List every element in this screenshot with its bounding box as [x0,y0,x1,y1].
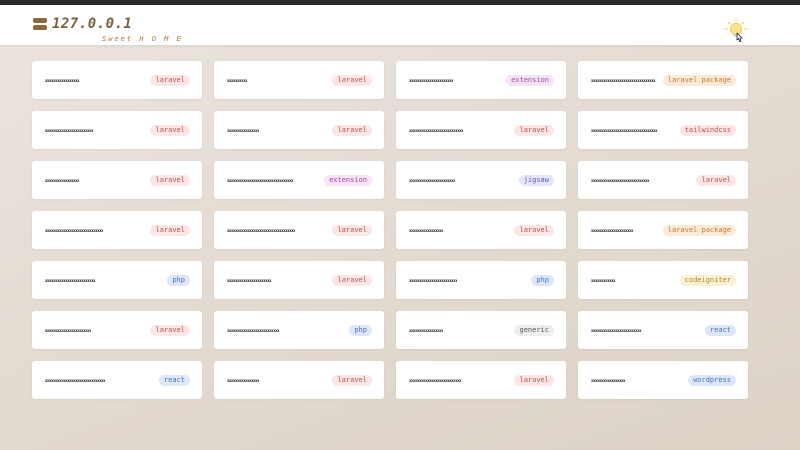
site-card[interactable]: xxxxxxxxxxxxxxxxxxxxxxxxxxxxxxxxx extensi… [214,161,384,199]
site-card[interactable]: xxxxxxxxxxxxxxxxxxxxxxxxx react [578,311,748,349]
site-type-badge: laravel [150,174,190,186]
site-card[interactable]: xxxxxxxxxxxxxxxx laravel [214,361,384,399]
site-name[interactable]: xxxxxxxxxxxxxxxx [227,379,259,382]
site-card[interactable]: xxxxxxxxxxxxxxxxxxxxxxxx laravel [32,111,202,149]
site-type-badge: laravel [150,224,190,236]
site-type-badge: laravel [514,374,554,386]
site-name[interactable]: xxxxxxxxxxxxxxxxxxxxxxxx [45,129,93,132]
site-card[interactable]: xxxxxxxxxxxxxxxx laravel [214,111,384,149]
site-name[interactable]: xxxxxxxxxxxxxxxxxxxxxx [409,79,453,82]
site-card[interactable]: xxxxxxxxxxxxxxxxxxxxxxxx php [396,261,566,299]
site-name[interactable]: xxxxxxxxxxxxxxxxxxxxxxxxxxx [409,129,463,132]
site-subtitle: Sweet H O M E [102,35,183,43]
site-card[interactable]: xxxxxxxxxxxxxxxxx laravel [32,161,202,199]
site-name[interactable]: xxxxxxxxxxxxxxxxxxxxxxxx [409,279,457,282]
site-name[interactable]: xxxxxxxxxxxxxxxxxxxxxxxxxxxxx [45,229,103,232]
site-name[interactable]: xxxxxxxxxxxxxxxxxxxxxxxxx [591,329,641,332]
site-name[interactable]: xxxxxxxxxxxxxxxxxxxxxxxxx [45,279,95,282]
site-type-badge: extension [506,74,554,86]
site-type-badge: laravel [332,74,372,86]
site-card[interactable]: xxxxxxxxxxxxxxxxxxxxxx laravel [214,261,384,299]
site-name[interactable]: xxxxxxxxxxxxxxxxxxxxxxxxxx [409,379,461,382]
site-type-badge: laravel [332,224,372,236]
site-type-badge: laravel [150,324,190,336]
site-type-badge: codeigniter [679,274,736,286]
site-card[interactable]: xxxxxxxxxxxxxxxxxxxxxxxxxx php [214,311,384,349]
site-type-badge: wordpress [688,374,736,386]
site-card[interactable]: xxxxxxxxxxxxxxxxxxxxxxx jigsaw [396,161,566,199]
site-name[interactable]: xxxxxxxxxxxxxxxxxxxxxxxxxx [227,329,279,332]
site-card[interactable]: xxxxxxxxxxxxxxxxx laravel [32,61,202,99]
site-name[interactable]: xxxxxxxxxxxxxxxxxxxxx [591,229,633,232]
site-type-badge: extension [324,174,372,186]
site-name[interactable]: xxxxxxxxxxxxxxxxxxxxxxxxxxxxxxxxx [591,129,657,132]
site-card[interactable]: xxxxxxxxxx laravel [214,61,384,99]
site-name[interactable]: xxxxxxxxxxxxxxxxx [45,79,79,82]
site-card[interactable]: xxxxxxxxxxxxxxxxxxxxx laravel package [578,211,748,249]
site-card[interactable]: xxxxxxxxxxxxxxxxxxxxxxxxxxx laravel [396,111,566,149]
site-name[interactable]: xxxxxxxxxxxxxxxxx [409,329,443,332]
site-type-badge: laravel [332,374,372,386]
site-name[interactable]: xxxxxxxxxxxxxxxxxxxxxxx [409,179,455,182]
site-type-badge: laravel package [662,224,736,236]
site-type-badge: tailwindcss [679,124,736,136]
site-type-badge: laravel [696,174,736,186]
site-name[interactable]: xxxxxxxxxxxx [591,279,615,282]
site-card[interactable]: xxxxxxxxxxxxxxxxx generic [396,311,566,349]
site-type-badge: jigsaw [518,174,554,186]
site-type-badge: laravel [332,124,372,136]
site-card[interactable]: xxxxxxxxxxxxxxxxxxxxxxxxxxxxx laravel [578,161,748,199]
site-card[interactable]: xxxxxxxxxxxxxxxxxxxxxxxxxxxxxxxxxx larave… [214,211,384,249]
site-name[interactable]: xxxxxxxxxxxxxxxxxxxxxx [227,279,271,282]
site-type-badge: php [349,324,372,336]
server-icon [33,18,47,31]
site-type-badge: laravel [514,124,554,136]
site-name[interactable]: xxxxxxxxxxxxxxxxxxxxxxxxxxxxxxxxxx [227,229,295,232]
site-title[interactable]: 127.0.0.1 [52,16,132,32]
site-card[interactable]: xxxxxxxxxxxxxxxxxxxxxx extension [396,61,566,99]
site-type-badge: laravel [514,224,554,236]
site-card[interactable]: xxxxxxxxxxxxxxxxxxxxxxx laravel [32,311,202,349]
site-card[interactable]: xxxxxxxxxxxxxxxxxxxxxxxxxxxxxxxxx tailwin… [578,111,748,149]
site-grid: xxxxxxxxxxxxxxxxx laravel xxxxxxxxxx larave… [32,61,748,399]
site-type-badge: react [158,374,190,386]
site-name[interactable]: xxxxxxxxxx [227,79,247,82]
site-type-badge: php [531,274,554,286]
site-card[interactable]: xxxxxxxxxxxxxxxxxxxxxxxxxxxxxxxx laravel … [578,61,748,99]
site-card[interactable]: xxxxxxxxxxxxxxxxxxxxxxxxxxxxx laravel [32,211,202,249]
site-name[interactable]: xxxxxxxxxxxxxxxx [227,129,259,132]
site-type-badge: laravel [150,124,190,136]
site-name[interactable]: xxxxxxxxxxxxxxxxxxxxxxxxxxxxxx [45,379,105,382]
theme-toggle-button[interactable] [724,18,748,44]
site-type-badge: generic [514,324,554,336]
site-card[interactable]: xxxxxxxxxxxxxxxxxxxxxxxxx php [32,261,202,299]
site-type-badge: php [167,274,190,286]
site-card[interactable]: xxxxxxxxxxxxxxxxxxxxxxxxxxxxxx react [32,361,202,399]
site-card[interactable]: xxxxxxxxxxxxxxxxxxxxxxxxxx laravel [396,361,566,399]
site-type-badge: laravel [332,274,372,286]
header: 127.0.0.1 Sweet H O M E [0,5,800,45]
site-name[interactable]: xxxxxxxxxxxxxxxxx [591,379,625,382]
site-name[interactable]: xxxxxxxxxxxxxxxxxxxxxxxxxxxxxxxxx [227,179,293,182]
site-card[interactable]: xxxxxxxxxxxxxxxxx wordpress [578,361,748,399]
site-type-badge: react [704,324,736,336]
site-card[interactable]: xxxxxxxxxxxxxxxxx laravel [396,211,566,249]
site-card[interactable]: xxxxxxxxxxxx codeigniter [578,261,748,299]
site-type-badge: laravel [150,74,190,86]
site-name[interactable]: xxxxxxxxxxxxxxxxx [409,229,443,232]
site-name[interactable]: xxxxxxxxxxxxxxxxx [45,179,79,182]
lightbulb-icon [724,18,748,42]
site-name[interactable]: xxxxxxxxxxxxxxxxxxxxxxx [45,329,91,332]
site-name[interactable]: xxxxxxxxxxxxxxxxxxxxxxxxxxxxx [591,179,649,182]
site-name[interactable]: xxxxxxxxxxxxxxxxxxxxxxxxxxxxxxxx [591,79,655,82]
site-type-badge: laravel package [662,74,736,86]
